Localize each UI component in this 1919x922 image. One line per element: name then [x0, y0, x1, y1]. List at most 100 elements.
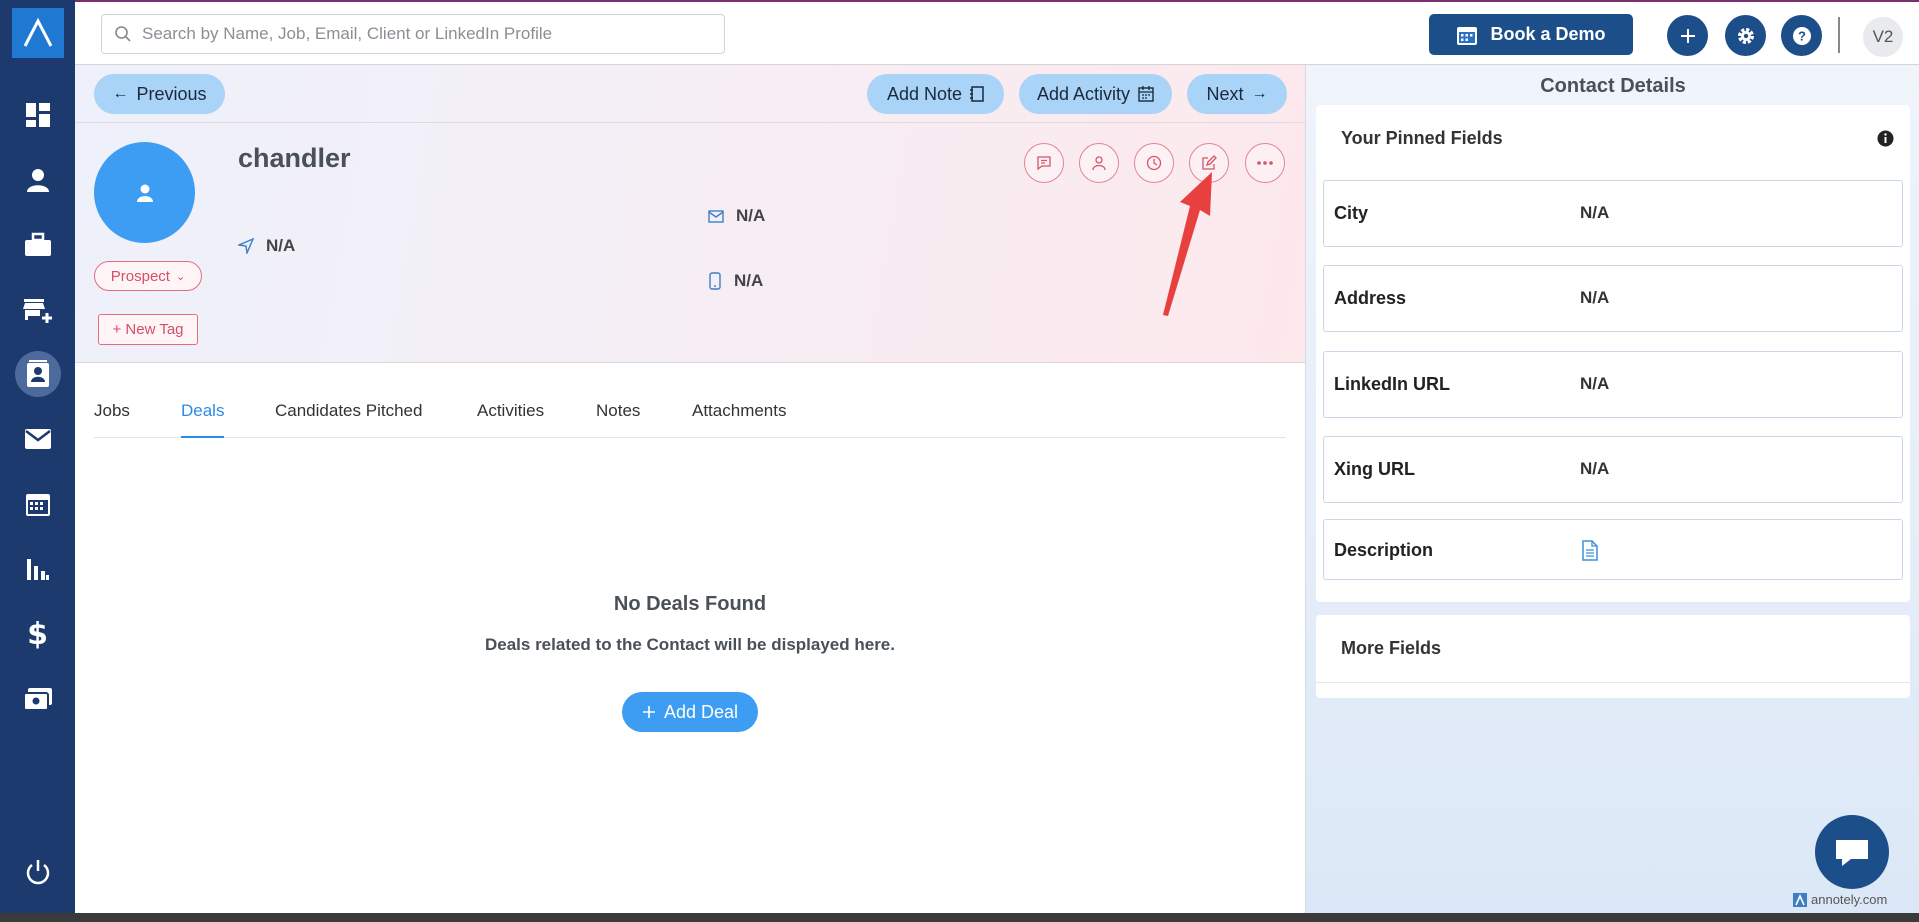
sidebar-item-billing[interactable]: $	[0, 609, 75, 659]
field-label: Description	[1334, 540, 1434, 560]
field-description[interactable]: Description	[1323, 519, 1903, 580]
contacts-icon	[26, 360, 49, 387]
sidebar-item-contacts[interactable]	[0, 349, 75, 399]
add-note-label: Add Note	[886, 83, 963, 104]
sidebar-item-mail[interactable]	[0, 414, 75, 464]
help-button[interactable]: ?	[1781, 15, 1822, 56]
briefcase-icon	[24, 232, 51, 256]
contact-details-panel: Contact Details Your Pinned Fields City …	[1305, 65, 1919, 913]
add-deal-button[interactable]: Add Deal	[622, 692, 758, 732]
status-label: Prospect	[110, 267, 170, 285]
field-address[interactable]: Address N/A	[1323, 265, 1903, 332]
more-actions-button[interactable]	[1245, 143, 1285, 183]
field-city[interactable]: City N/A	[1323, 180, 1903, 247]
bottom-strip	[0, 913, 1919, 922]
sidebar-item-candidates[interactable]	[0, 155, 75, 205]
info-icon[interactable]	[1877, 130, 1894, 147]
add-activity-label: Add Activity	[1036, 83, 1131, 104]
document-icon[interactable]	[1581, 540, 1599, 561]
more-horizontal-icon	[1257, 161, 1273, 165]
more-fields-title: More Fields	[1341, 638, 1442, 658]
add-activity-button[interactable]: Add Activity	[1019, 74, 1172, 114]
pinned-fields-title: Your Pinned Fields	[1341, 128, 1503, 148]
status-dropdown[interactable]: Prospect ⌄	[94, 261, 202, 291]
add-note-button[interactable]: Add Note	[867, 74, 1004, 114]
person-icon	[1092, 156, 1106, 171]
sidebar-item-reports[interactable]	[0, 544, 75, 594]
more-fields-card[interactable]: More Fields	[1316, 615, 1910, 698]
contact-phone: N/A	[708, 271, 763, 291]
plus-icon	[1680, 28, 1695, 43]
contact-tabs: Jobs Deals Candidates Pitched Activities…	[94, 395, 1286, 438]
mail-icon	[24, 429, 51, 449]
location-value: N/A	[266, 236, 296, 255]
contact-avatar	[94, 142, 195, 243]
mail-icon	[708, 209, 724, 223]
user-avatar[interactable]: V2	[1863, 17, 1903, 57]
app-logo[interactable]	[12, 8, 64, 58]
empty-state-title: No Deals Found	[613, 593, 767, 615]
email-value: N/A	[736, 206, 766, 225]
settings-button[interactable]	[1725, 15, 1766, 56]
new-tag-button[interactable]: + New Tag	[98, 314, 198, 345]
contact-email: N/A	[708, 206, 765, 226]
phone-value: N/A	[734, 271, 764, 290]
store-add-icon	[22, 299, 52, 323]
watermark: annotely.com	[1793, 892, 1887, 907]
book-demo-button[interactable]: Book a Demo	[1429, 14, 1633, 55]
contact-main-panel: ← Previous Add Note Add Activity Next → …	[75, 65, 1305, 913]
sidebar-item-jobs[interactable]	[0, 220, 75, 270]
help-icon: ?	[1792, 26, 1811, 45]
search-input[interactable]	[142, 24, 702, 44]
arrow-right-icon: →	[1251, 85, 1268, 102]
header-divider	[75, 122, 1305, 123]
previous-button[interactable]: ← Previous	[94, 74, 225, 114]
sidebar-item-payments[interactable]	[0, 674, 75, 724]
field-value: N/A	[1580, 203, 1610, 222]
location-arrow-icon	[238, 238, 254, 254]
annotely-logo-icon	[1793, 892, 1807, 907]
contact-header: ← Previous Add Note Add Activity Next → …	[75, 65, 1305, 363]
calendar-icon	[25, 494, 50, 516]
arrow-left-icon: ←	[112, 85, 129, 102]
sidebar-item-logout[interactable]	[0, 847, 75, 897]
tab-activities[interactable]: Activities	[477, 401, 544, 438]
sidebar-item-calendar[interactable]	[0, 479, 75, 529]
annotation-arrow	[1163, 172, 1212, 316]
tab-attachments[interactable]: Attachments	[692, 401, 787, 438]
tab-notes[interactable]: Notes	[596, 401, 640, 438]
tab-deals[interactable]: Deals	[181, 401, 225, 438]
calendar-icon	[1138, 86, 1154, 102]
sidebar-item-dashboard[interactable]	[0, 90, 75, 140]
field-xing-url[interactable]: Xing URL N/A	[1323, 436, 1903, 503]
add-button[interactable]	[1667, 15, 1708, 56]
payments-icon	[22, 688, 52, 711]
tab-jobs[interactable]: Jobs	[94, 401, 130, 438]
previous-label: Previous	[136, 83, 207, 104]
dashboard-icon	[25, 103, 50, 127]
contact-location: N/A	[238, 236, 295, 256]
tab-candidates-pitched[interactable]: Candidates Pitched	[275, 401, 422, 438]
next-button[interactable]: Next →	[1187, 74, 1287, 114]
contact-details-title: Contact Details	[1540, 75, 1686, 97]
next-label: Next	[1206, 83, 1244, 104]
gear-icon	[1737, 27, 1754, 44]
field-value: N/A	[1580, 374, 1610, 393]
live-chat-button[interactable]	[1815, 815, 1889, 889]
global-search[interactable]	[101, 14, 725, 54]
field-label: Xing URL	[1334, 459, 1415, 479]
contact-name: chandler	[238, 143, 351, 173]
top-bar: Book a Demo ? V2	[75, 0, 1919, 65]
chat-icon	[1037, 156, 1051, 171]
message-button[interactable]	[1024, 143, 1064, 183]
book-demo-label: Book a Demo	[1490, 24, 1606, 44]
sidebar-item-clients[interactable]	[0, 285, 75, 335]
field-linkedin-url[interactable]: LinkedIn URL N/A	[1323, 351, 1903, 418]
field-value: N/A	[1580, 288, 1610, 307]
new-tag-label: + New Tag	[112, 321, 184, 338]
person-icon	[26, 169, 49, 192]
empty-state-subtitle: Deals related to the Contact will be dis…	[484, 635, 895, 654]
dollar-icon: $	[27, 616, 48, 652]
assign-owner-button[interactable]	[1079, 143, 1119, 183]
pinned-fields-card: Your Pinned Fields City N/A Address N/A …	[1316, 105, 1910, 602]
